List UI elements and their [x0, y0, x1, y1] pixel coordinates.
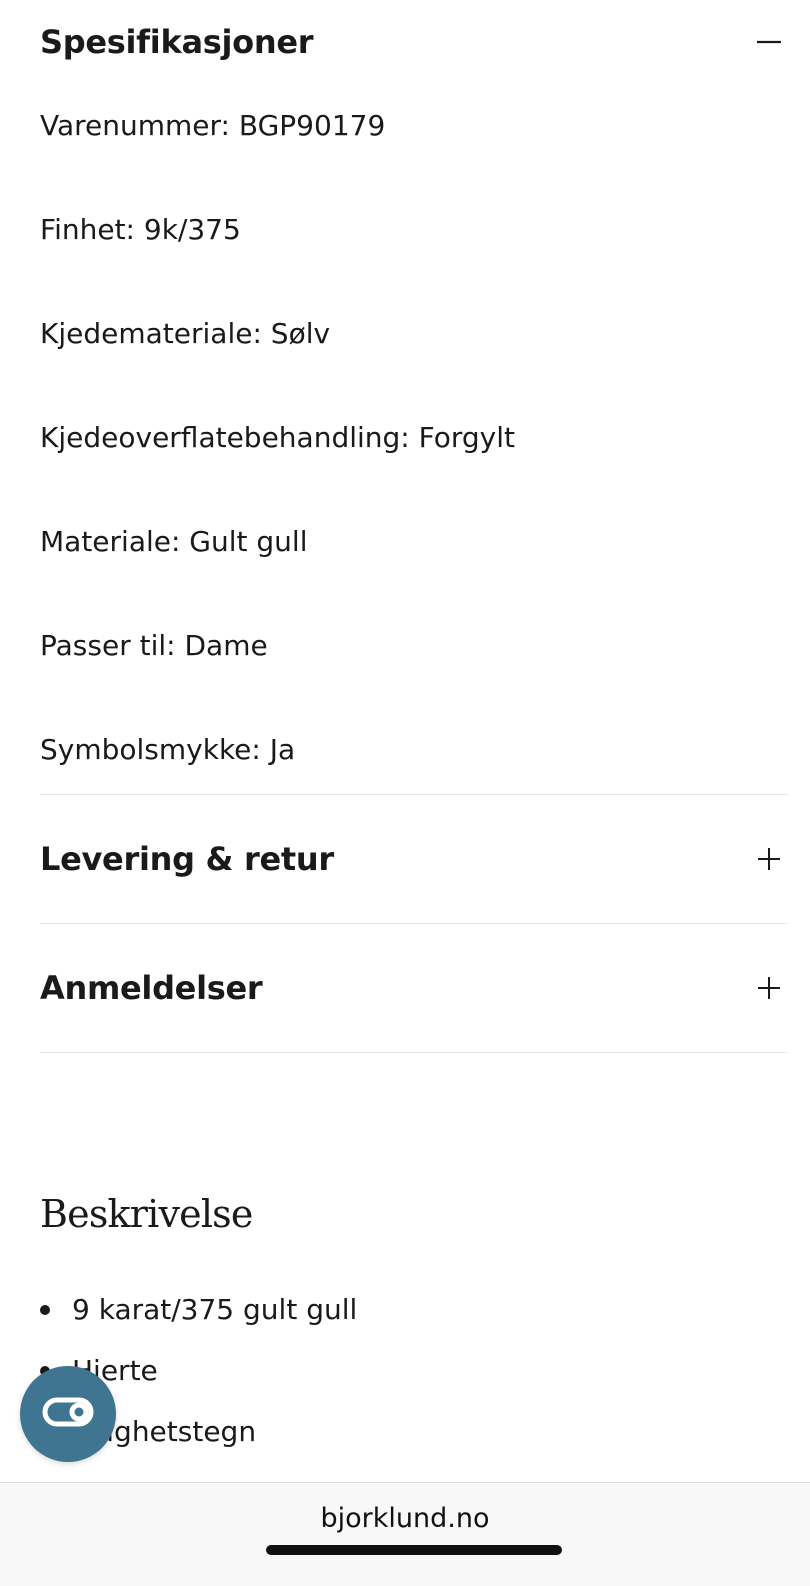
- spec-item: Kjedemateriale: Sølv: [40, 317, 331, 350]
- reviews-accordion[interactable]: Anmeldelser: [40, 924, 788, 1052]
- spec-list: Varenummer: BGP90179 Finhet: 9k/375 Kjed…: [40, 84, 788, 794]
- address-bar-url[interactable]: bjorklund.no: [0, 1503, 810, 1534]
- delivery-return-title: Levering & retur: [40, 840, 334, 878]
- spec-item: Materiale: Gult gull: [40, 525, 308, 558]
- accordion-container: Spesifikasjoner Varenummer: BGP90179 Fin…: [40, 0, 788, 1053]
- spec-section-title: Spesifikasjoner: [40, 23, 314, 61]
- browser-bottom-bar: bjorklund.no: [0, 1482, 810, 1586]
- plus-icon[interactable]: [754, 844, 784, 874]
- product-details-page: Spesifikasjoner Varenummer: BGP90179 Fin…: [0, 0, 810, 1586]
- spec-item: Kjedeoverflatebehandling: Forgylt: [40, 421, 516, 454]
- spec-item: Varenummer: BGP90179: [40, 109, 386, 142]
- delivery-return-accordion[interactable]: Levering & retur: [40, 795, 788, 923]
- plus-icon[interactable]: [754, 973, 784, 1003]
- accessibility-toggle-button[interactable]: [20, 1366, 116, 1462]
- minus-icon[interactable]: [754, 27, 784, 57]
- spec-accordion-header[interactable]: Spesifikasjoner: [40, 0, 788, 84]
- spec-item: Passer til: Dame: [40, 629, 268, 662]
- spec-item: Symbolsmykke: Ja: [40, 733, 296, 766]
- divider: [40, 1052, 788, 1053]
- reviews-title: Anmeldelser: [40, 969, 263, 1007]
- spec-item: Finhet: 9k/375: [40, 213, 241, 246]
- description-item: 9 karat/375 gult gull: [40, 1288, 357, 1349]
- home-indicator[interactable]: [266, 1545, 562, 1555]
- accessibility-toggle-icon: [42, 1397, 94, 1431]
- description-title: Beskrivelse: [40, 1192, 253, 1236]
